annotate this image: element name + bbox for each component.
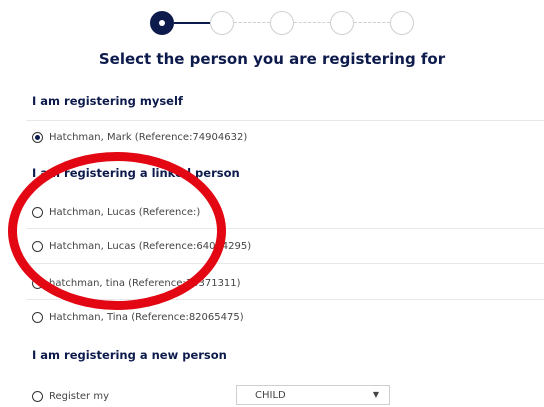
- option-label: Hatchman, Lucas (Reference:): [49, 206, 201, 218]
- radio-icon[interactable]: [32, 390, 43, 402]
- page-title: Select the person you are registering fo…: [98, 50, 446, 68]
- radio-option-linked[interactable]: Hatchman, Tina (Reference:82065475): [32, 306, 544, 328]
- section-heading-myself: I am registering myself: [32, 94, 183, 108]
- step-4-indicator: [330, 11, 354, 35]
- radio-option-linked[interactable]: Hatchman, Lucas (Reference:64034295): [32, 235, 544, 257]
- option-label: hatchman, tina (Reference:10371311): [49, 277, 241, 289]
- relationship-select[interactable]: CHILD ▼: [236, 385, 390, 405]
- step-3-indicator: [270, 11, 294, 35]
- step-connector: [234, 22, 270, 23]
- step-5-indicator: [390, 11, 414, 35]
- radio-icon[interactable]: [32, 206, 43, 218]
- chevron-down-icon: ▼: [372, 390, 379, 399]
- progress-stepper: [0, 11, 544, 39]
- option-label: Hatchman, Tina (Reference:82065475): [49, 311, 244, 323]
- radio-option-linked[interactable]: hatchman, tina (Reference:10371311): [32, 272, 544, 294]
- step-connector: [294, 22, 330, 23]
- option-label: Hatchman, Mark (Reference:74904632): [49, 131, 248, 143]
- select-value: CHILD: [255, 389, 286, 401]
- divider: [26, 120, 544, 121]
- step-connector: [174, 22, 210, 24]
- option-label: Hatchman, Lucas (Reference:64034295): [49, 240, 252, 252]
- radio-selected-icon[interactable]: [32, 131, 43, 143]
- section-heading-new: I am registering a new person: [32, 348, 227, 362]
- option-label: Register my: [49, 390, 110, 402]
- radio-option-myself[interactable]: Hatchman, Mark (Reference:74904632): [32, 126, 544, 148]
- radio-icon[interactable]: [32, 240, 43, 252]
- section-heading-linked: I am registering a linked person: [32, 166, 240, 180]
- radio-icon[interactable]: [32, 311, 43, 323]
- step-2-indicator: [210, 11, 234, 35]
- radio-option-linked[interactable]: Hatchman, Lucas (Reference:): [32, 201, 544, 223]
- step-1-indicator: [150, 11, 174, 35]
- divider: [26, 263, 544, 264]
- divider: [26, 228, 544, 229]
- divider: [26, 299, 544, 300]
- radio-icon[interactable]: [32, 277, 43, 289]
- step-connector: [354, 22, 390, 23]
